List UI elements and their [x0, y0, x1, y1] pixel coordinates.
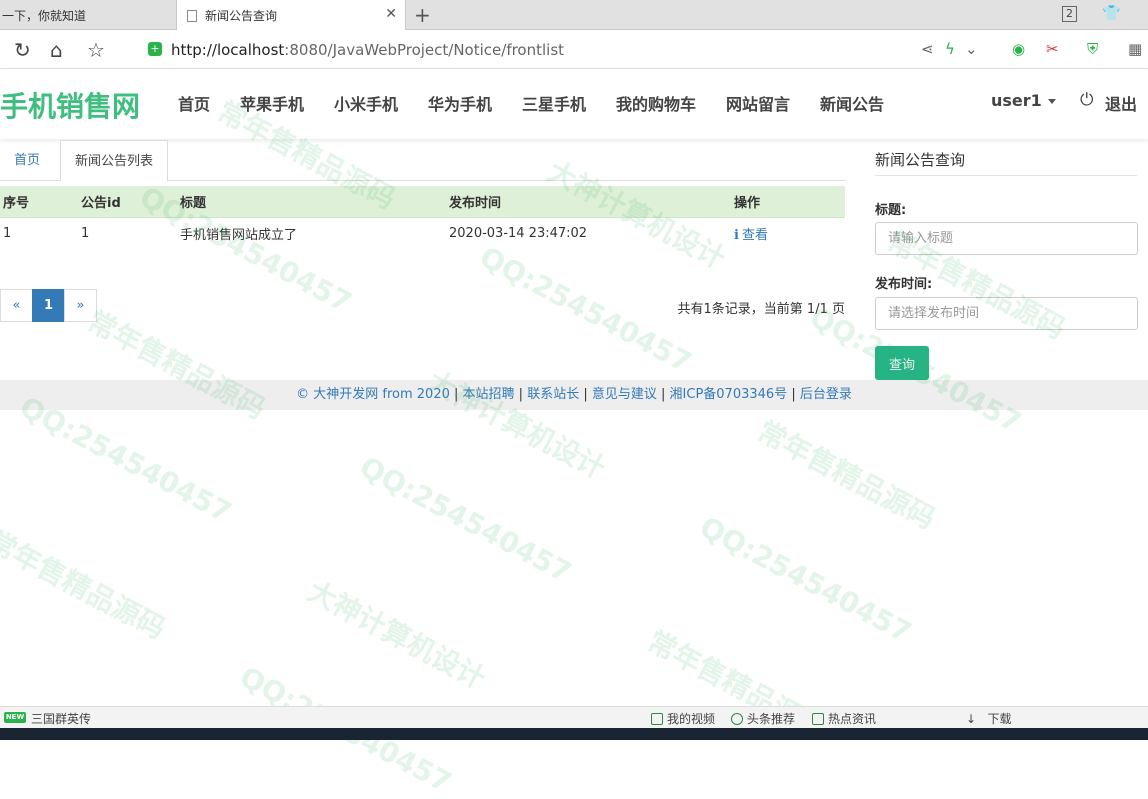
status-hot-news[interactable]: 热点资讯	[812, 710, 876, 727]
apps-icon[interactable]: ▦	[1128, 40, 1142, 58]
watermark-qq: QQ:254540457	[694, 510, 917, 650]
watermark-source: 常年售精品源码	[0, 524, 171, 646]
shield-icon[interactable]: ⛨	[1087, 40, 1098, 58]
os-taskbar	[0, 728, 1148, 740]
search-panel-title: 新闻公告查询	[875, 151, 966, 169]
secure-shield-icon: +	[148, 42, 162, 56]
col-title: 标题	[177, 186, 446, 218]
lightning-icon[interactable]: ϟ	[945, 40, 955, 58]
star-icon[interactable]: ☆	[87, 38, 105, 62]
cell-time: 2020-03-14 23:47:02	[449, 225, 588, 241]
footer-admin-login[interactable]: 后台登录	[800, 387, 852, 402]
scissors-icon[interactable]: ✂	[1046, 40, 1059, 58]
cell-action: i 查看	[731, 217, 845, 249]
query-button[interactable]: 查询	[875, 346, 929, 380]
tab-title: 新闻公告查询	[205, 9, 278, 23]
pager-prev[interactable]: «	[0, 289, 33, 322]
view-link[interactable]: i 查看	[734, 228, 768, 243]
tab-title: 一下，你就知道	[2, 8, 87, 23]
site-brand[interactable]: 手机销售网	[0, 85, 140, 125]
status-headlines[interactable]: 头条推荐	[731, 710, 795, 727]
col-id: 公告id	[78, 186, 177, 218]
close-tab-icon[interactable]: ✕	[385, 6, 397, 22]
title-label: 标题:	[875, 203, 907, 218]
play-circle-icon	[731, 713, 743, 725]
nav-samsung[interactable]: 三星手机	[522, 91, 586, 115]
table-row: 1 1 手机销售网站成立了 2020-03-14 23:47:02 i 查看	[0, 217, 845, 249]
reload-icon[interactable]: ↻	[14, 38, 31, 62]
nav-apple[interactable]: 苹果手机	[240, 91, 304, 115]
nav-messages[interactable]: 网站留言	[726, 91, 790, 115]
time-input[interactable]	[875, 297, 1138, 330]
footer-icp[interactable]: 湘ICP备0703346号	[670, 387, 788, 402]
home-icon[interactable]: ⌂	[50, 38, 63, 62]
time-label: 发布时间:	[875, 277, 933, 292]
watermark-design: 大神计算机设计	[302, 574, 491, 696]
skin-icon[interactable]: 👕	[1102, 4, 1121, 22]
info-icon: i	[734, 227, 739, 243]
browser-tab-current[interactable]: 新闻公告查询 ✕	[176, 0, 406, 31]
pager-info: 共有1条记录，当前第 1/1 页	[677, 302, 845, 317]
watermark-qq: QQ:254540457	[14, 390, 237, 530]
url-field[interactable]: http://localhost:8080/JavaWebProject/Not…	[171, 41, 564, 59]
share-icon[interactable]: ⋖	[921, 40, 934, 58]
download-icon: ↓	[966, 712, 977, 726]
cell-index: 1	[3, 225, 12, 241]
footer-copyright[interactable]: © 大神开发网 from 2020	[296, 387, 450, 402]
pager-next[interactable]: »	[64, 289, 97, 322]
dropdown-icon[interactable]: ⌄	[965, 40, 978, 58]
col-time: 发布时间	[446, 186, 731, 218]
breadcrumb-home[interactable]: 首页	[0, 140, 54, 181]
footer: © 大神开发网 from 2020 | 本站招聘 | 联系站长 | 意见与建议 …	[0, 380, 1148, 410]
browser-status-bar: NEW 三国群英传 我的视频 头条推荐 热点资讯 ↓ 下载	[0, 706, 1148, 728]
col-action: 操作	[731, 186, 845, 218]
tab-count-badge[interactable]: 2	[1062, 6, 1077, 22]
notice-table: 序号 公告id 标题 发布时间 操作 1 1 手机销售网站成立了 2020-03…	[0, 186, 845, 249]
browser-tab-bar: 一下，你就知道 新闻公告查询 ✕ + 2 👕	[0, 0, 1148, 31]
table-header-row: 序号 公告id 标题 发布时间 操作	[0, 186, 845, 218]
browser-tab-baidu[interactable]: 一下，你就知道	[0, 0, 175, 30]
username: user1	[991, 91, 1042, 110]
address-bar: ↻ ⌂ ☆ + http://localhost:8080/JavaWebPro…	[0, 30, 1148, 69]
watermark-qq: QQ:254540457	[354, 450, 577, 590]
status-download[interactable]: ↓ 下载	[966, 710, 1012, 727]
nav-home[interactable]: 首页	[178, 91, 210, 115]
footer-recruit[interactable]: 本站招聘	[463, 387, 515, 402]
nav-xiaomi[interactable]: 小米手机	[334, 91, 398, 115]
nav-cart[interactable]: 我的购物车	[616, 91, 696, 115]
watermark-qq: QQ:254540457	[474, 240, 697, 380]
status-my-video[interactable]: 我的视频	[651, 710, 715, 727]
divider	[875, 175, 1137, 176]
site-navbar: 手机销售网 首页 苹果手机 小米手机 华为手机 三星手机 我的购物车 网站留言 …	[0, 69, 1148, 139]
power-icon[interactable]: ⏻	[1080, 90, 1093, 110]
new-badge-icon: NEW	[4, 712, 26, 723]
footer-contact[interactable]: 联系站长	[527, 387, 579, 402]
nav-notice[interactable]: 新闻公告	[820, 91, 884, 115]
news-icon	[812, 713, 824, 725]
title-input[interactable]	[875, 222, 1138, 255]
content-tabs: 首页 新闻公告列表	[0, 140, 845, 182]
watermark-source: 常年售精品源码	[752, 414, 941, 536]
status-news-link[interactable]: 三国群英传	[31, 710, 91, 727]
extension-green-icon[interactable]: ◉	[1012, 40, 1025, 58]
footer-feedback[interactable]: 意见与建议	[592, 387, 657, 402]
play-icon	[651, 713, 663, 725]
user-menu[interactable]: user1	[991, 91, 1056, 110]
cell-title: 手机销售网站成立了	[180, 227, 298, 243]
pager-page-1[interactable]: 1	[32, 289, 65, 322]
cell-id: 1	[81, 225, 90, 241]
col-index: 序号	[0, 186, 78, 218]
tab-notice-list[interactable]: 新闻公告列表	[60, 140, 169, 182]
new-tab-icon[interactable]: +	[414, 3, 431, 27]
document-icon	[187, 9, 197, 22]
nav-huawei[interactable]: 华为手机	[428, 91, 492, 115]
caret-down-icon	[1047, 99, 1056, 104]
logout-link[interactable]: 退出	[1105, 91, 1137, 115]
pagination: « 1 »	[0, 289, 97, 322]
